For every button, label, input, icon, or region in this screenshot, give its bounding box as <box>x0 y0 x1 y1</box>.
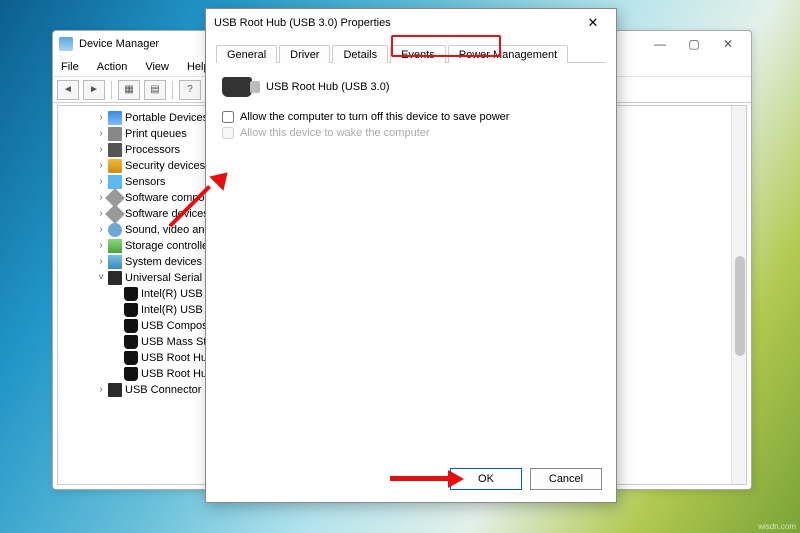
tree-item-label: Storage controllers <box>125 238 217 254</box>
expand-toggle-icon[interactable]: ˅ <box>94 270 108 286</box>
tree-item-icon <box>124 367 138 381</box>
tree-item-label: Portable Devices <box>125 110 208 126</box>
tree-item-label: Sound, video and <box>125 222 211 238</box>
power-management-panel: USB Root Hub (USB 3.0) Allow the compute… <box>206 63 616 153</box>
expand-toggle-icon[interactable]: › <box>94 382 108 398</box>
menu-view[interactable]: View <box>141 60 173 74</box>
tree-item-label: System devices <box>125 254 202 270</box>
device-name: USB Root Hub (USB 3.0) <box>266 81 390 93</box>
tree-item-icon <box>108 239 122 253</box>
allow-turnoff-checkbox[interactable] <box>222 111 234 123</box>
expand-toggle-icon[interactable]: › <box>94 254 108 270</box>
tree-item-icon <box>108 159 122 173</box>
tab-power-management[interactable]: Power Management <box>448 45 568 63</box>
tree-item-icon <box>105 204 125 224</box>
tab-general[interactable]: General <box>216 45 277 63</box>
allow-wake-checkbox <box>222 127 234 139</box>
scrollbar-thumb[interactable] <box>735 256 745 356</box>
usb-hub-device-icon <box>222 77 252 97</box>
properties-title: USB Root Hub (USB 3.0) Properties <box>214 17 391 29</box>
tab-driver[interactable]: Driver <box>279 45 330 63</box>
tree-item-icon <box>108 383 122 397</box>
toolbar-view1[interactable]: ▦ <box>118 80 140 100</box>
allow-turnoff-label: Allow the computer to turn off this devi… <box>240 111 509 123</box>
cancel-button[interactable]: Cancel <box>530 468 602 490</box>
device-manager-icon <box>59 37 73 51</box>
allow-wake-label: Allow this device to wake the computer <box>240 127 430 139</box>
expand-toggle-icon[interactable]: › <box>94 158 108 174</box>
expand-toggle-icon[interactable]: › <box>94 238 108 254</box>
tree-item-label: Software devices <box>125 206 209 222</box>
properties-dialog: USB Root Hub (USB 3.0) Properties ✕ Gene… <box>205 8 617 503</box>
expand-toggle-icon[interactable]: › <box>94 174 108 190</box>
tab-details[interactable]: Details <box>332 45 388 63</box>
expand-toggle-icon[interactable]: › <box>94 222 108 238</box>
tree-item-icon <box>108 111 122 125</box>
tree-item-icon <box>108 175 122 189</box>
tree-item-icon <box>108 223 122 237</box>
toolbar-view2[interactable]: ▤ <box>144 80 166 100</box>
maximize-button[interactable]: ▢ <box>677 33 711 55</box>
tree-item-icon <box>124 335 138 349</box>
tree-item-label: USB Root Hub <box>141 350 213 366</box>
ok-button[interactable]: OK <box>450 468 522 490</box>
minimize-button[interactable]: — <box>643 33 677 55</box>
properties-tabs: General Driver Details Events Power Mana… <box>216 41 606 63</box>
allow-turnoff-row[interactable]: Allow the computer to turn off this devi… <box>222 111 600 123</box>
tree-item-icon <box>108 127 122 141</box>
vertical-scrollbar[interactable] <box>731 106 746 484</box>
expand-toggle-icon[interactable]: › <box>94 126 108 142</box>
watermark: wisdn.com <box>758 522 796 531</box>
properties-close-button[interactable]: ✕ <box>578 11 608 35</box>
tree-item-label: Print queues <box>125 126 187 142</box>
menu-action[interactable]: Action <box>93 60 132 74</box>
tree-item-label: USB Root Hub <box>141 366 213 382</box>
toolbar-help[interactable]: ? <box>179 80 201 100</box>
close-button[interactable]: ✕ <box>711 33 745 55</box>
expand-toggle-icon[interactable]: › <box>94 110 108 126</box>
tree-item-icon <box>124 319 138 333</box>
tree-item-icon <box>108 143 122 157</box>
allow-wake-row: Allow this device to wake the computer <box>222 127 600 139</box>
tree-item-label: Processors <box>125 142 180 158</box>
toolbar-forward[interactable]: ► <box>83 80 105 100</box>
tree-item-label: Security devices <box>125 158 205 174</box>
properties-titlebar[interactable]: USB Root Hub (USB 3.0) Properties ✕ <box>206 9 616 37</box>
tree-item-icon <box>124 287 138 301</box>
menu-file[interactable]: File <box>57 60 83 74</box>
toolbar-back[interactable]: ◄ <box>57 80 79 100</box>
expand-toggle-icon[interactable]: › <box>94 142 108 158</box>
tree-item-icon <box>124 351 138 365</box>
tree-item-icon <box>124 303 138 317</box>
tree-item-icon <box>108 271 122 285</box>
device-manager-title: Device Manager <box>79 38 159 50</box>
tree-item-icon <box>108 255 122 269</box>
tab-events[interactable]: Events <box>390 45 446 63</box>
tree-item-label: Sensors <box>125 174 165 190</box>
